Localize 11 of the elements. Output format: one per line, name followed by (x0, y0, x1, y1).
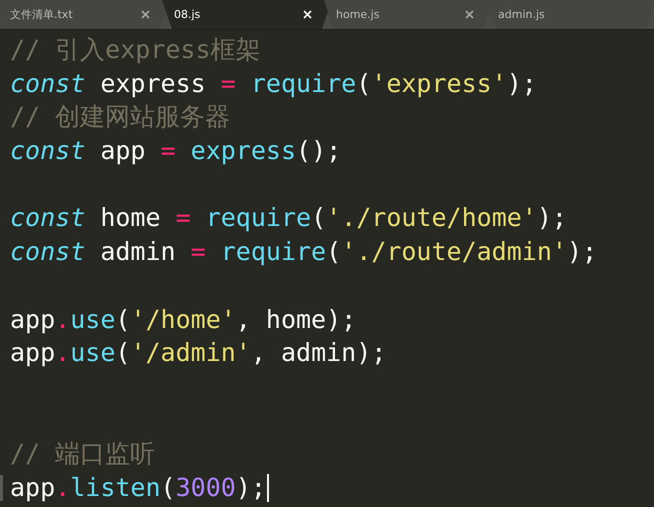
code-line: const express = require('express'); (10, 68, 537, 100)
text-cursor (266, 474, 269, 502)
code-line: const admin = require('./route/admin'); (10, 236, 598, 268)
code-line: app.use('/home', home); (10, 304, 356, 336)
code-line: // 创建网站服务器 (10, 101, 230, 134)
code-line: // 端口监听 (10, 438, 156, 470)
code-line: app.listen(3000); (10, 472, 266, 504)
code-line: app.use('/admin', admin); (10, 337, 386, 370)
code-line: const app = express(); (10, 135, 342, 168)
code-line: const home = require('./route/home'); (10, 202, 567, 234)
code-line: // 引入express框架 (10, 34, 261, 66)
